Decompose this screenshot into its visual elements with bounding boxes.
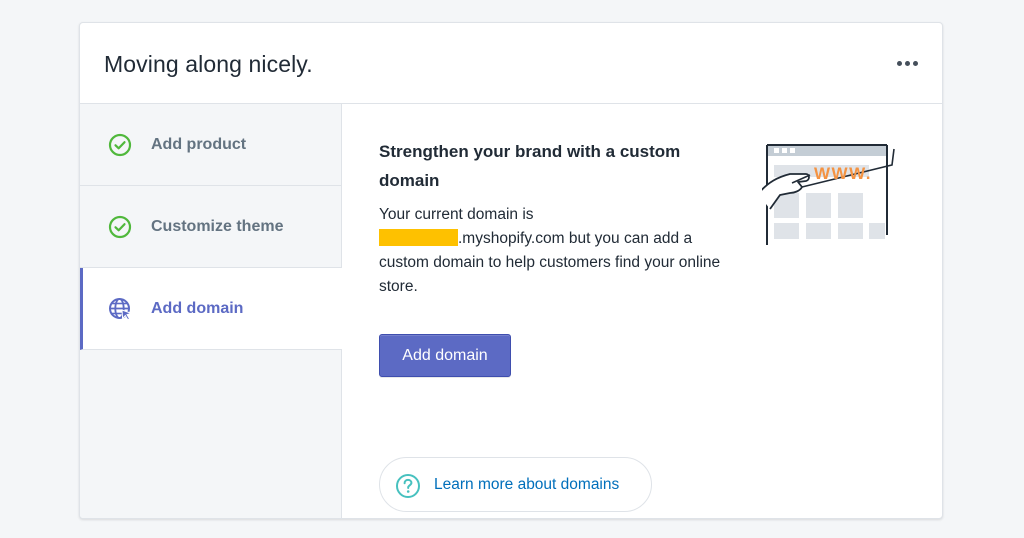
horizontal-dots-icon-dot [904,60,910,66]
step-label: Add product [151,136,247,153]
check-circle-icon [108,215,132,239]
domain-illustration: WWW. [762,144,895,245]
learn-more-label: Learn more about domains [434,476,620,493]
panel-heading: Strengthen your brand with a custom doma… [379,142,681,190]
redacted-store-name [379,229,458,246]
step-label: Add domain [151,300,244,317]
step-add-product[interactable]: Add product [80,104,341,186]
horizontal-dots-icon [896,60,902,66]
www-text: WWW. [814,164,872,183]
card-header: Moving along nicely. [80,23,942,104]
setup-guide-card: Moving along nicely. Add product Customi… [79,22,943,519]
step-detail-panel: Strengthen your brand with a custom doma… [342,104,942,518]
add-domain-button[interactable]: Add domain [379,334,511,377]
more-actions-button[interactable] [894,53,920,73]
step-customize-theme[interactable]: Customize theme [80,186,341,268]
step-label: Customize theme [151,218,284,235]
globe-cursor-icon [109,298,132,321]
learn-more-link[interactable]: Learn more about domains [379,457,652,512]
panel-description: Your current domain is .myshopify.com but… [379,203,724,299]
setup-steps-sidebar: Add product Customize theme Add domain [80,104,342,518]
step-add-domain[interactable]: Add domain [80,268,342,350]
question-circle-icon [396,474,420,498]
check-circle-icon [108,133,132,157]
description-prefix: Your current domain is [379,206,534,223]
horizontal-dots-icon-dot [912,60,918,66]
card-title: Moving along nicely. [104,51,313,77]
